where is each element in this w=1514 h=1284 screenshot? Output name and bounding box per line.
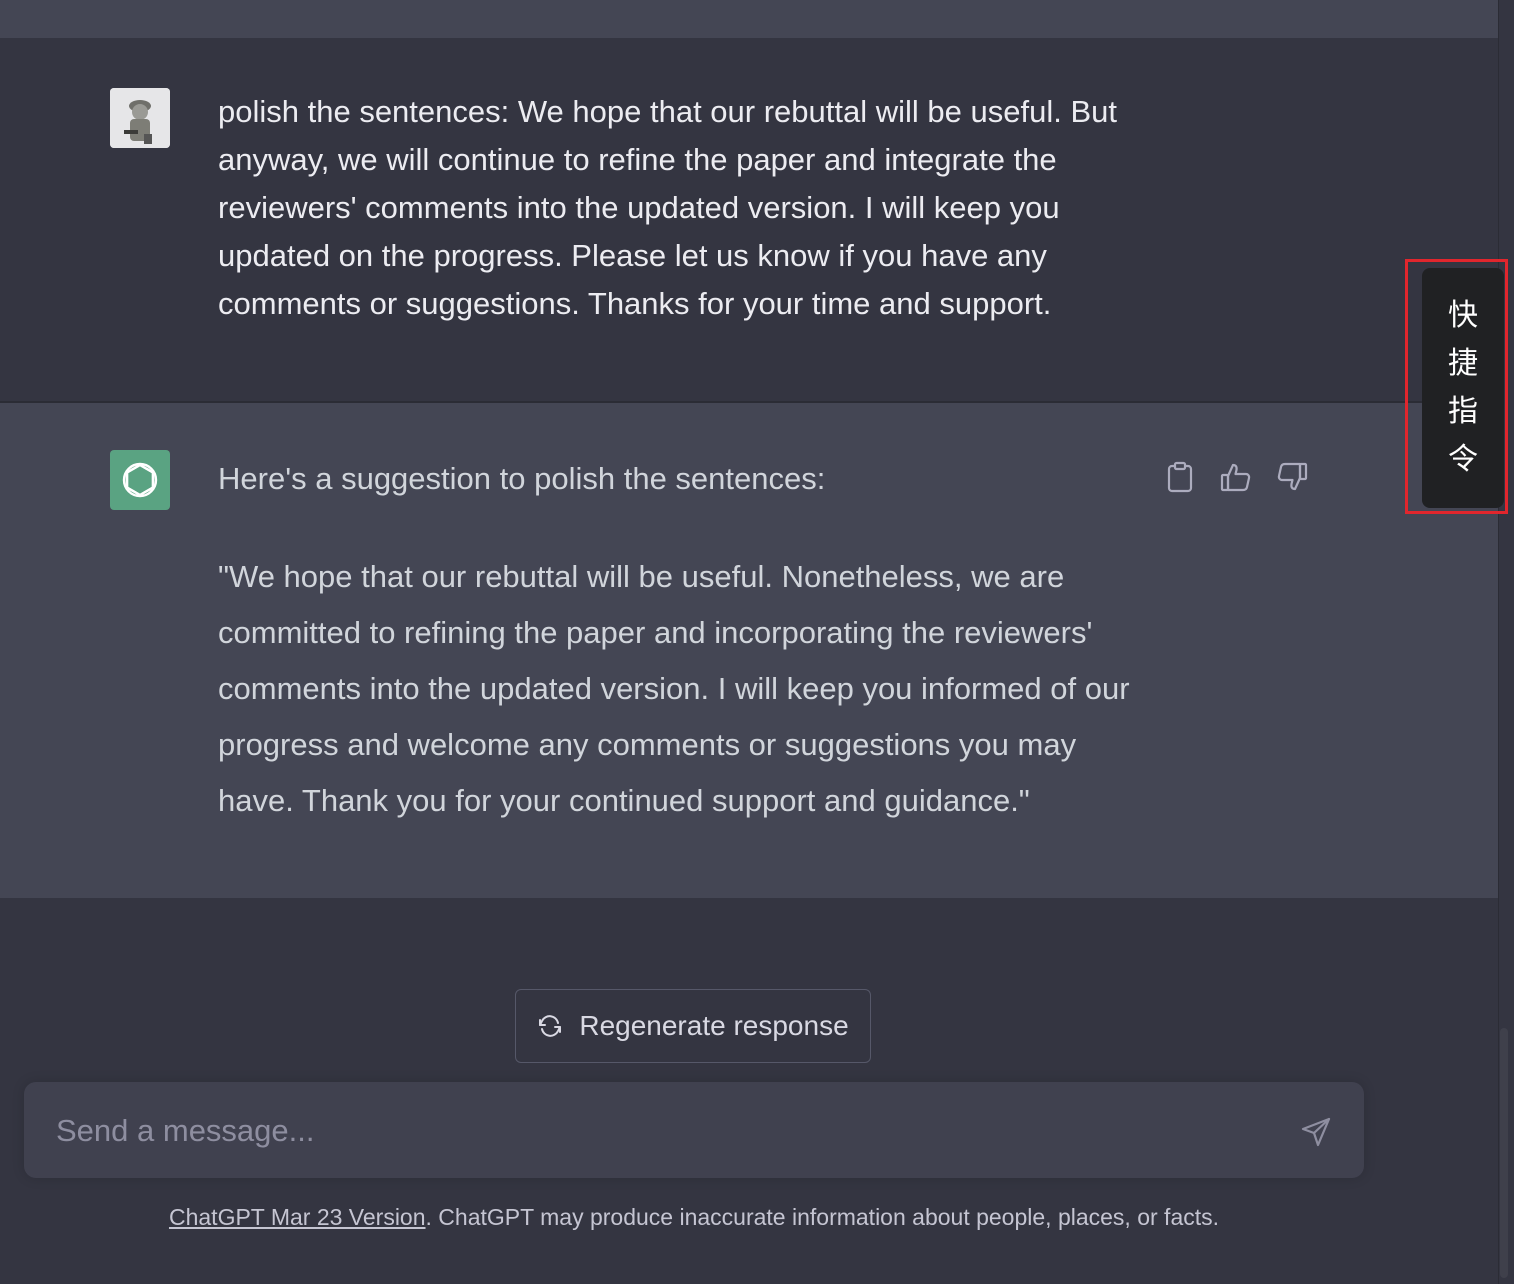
quick-command-char-2: 捷: [1448, 346, 1478, 381]
send-button[interactable]: [1296, 1112, 1336, 1152]
copy-button[interactable]: [1160, 457, 1200, 497]
version-link[interactable]: ChatGPT Mar 23 Version: [169, 1204, 426, 1230]
regenerate-label: Regenerate response: [579, 1010, 849, 1041]
assistant-body-text: "We hope that our rebuttal will be usefu…: [218, 559, 1130, 818]
assistant-intro-text: Here's a suggestion to polish the senten…: [218, 461, 826, 496]
previous-message-strip: [0, 0, 1498, 38]
chatgpt-logo-icon: [110, 450, 170, 510]
scrollbar-thumb[interactable]: [1500, 1028, 1508, 1278]
quick-command-char-3: 指: [1448, 394, 1478, 429]
quick-command-char-4: 令: [1448, 442, 1478, 477]
disclaimer-text: . ChatGPT may produce inaccurate informa…: [425, 1204, 1220, 1230]
clipboard-icon: [1167, 461, 1193, 493]
quick-command-char-1: 快: [1448, 298, 1478, 333]
refresh-icon: [539, 1015, 562, 1037]
footer-disclaimer: ChatGPT Mar 23 Version. ChatGPT may prod…: [0, 1204, 1388, 1231]
message-composer: [24, 1082, 1364, 1178]
user-message-row: polish the sentences: We hope that our r…: [0, 38, 1498, 403]
thumbs-up-button[interactable]: [1216, 457, 1256, 497]
quick-command-button[interactable]: 快 捷 指 令: [1422, 268, 1504, 508]
thumbs-down-icon: [1277, 462, 1308, 491]
thumbs-up-icon: [1220, 463, 1251, 492]
chat-page: polish the sentences: We hope that our r…: [0, 0, 1514, 1284]
user-message-text: polish the sentences: We hope that our r…: [218, 94, 1117, 321]
message-actions: [1160, 457, 1312, 497]
send-icon: [1301, 1117, 1331, 1147]
message-input[interactable]: [54, 1106, 1278, 1156]
thumbs-down-button[interactable]: [1272, 457, 1312, 497]
user-avatar: [110, 88, 170, 148]
assistant-message-row: Here's a suggestion to polish the senten…: [0, 403, 1498, 898]
regenerate-response-button[interactable]: Regenerate response: [515, 989, 871, 1063]
